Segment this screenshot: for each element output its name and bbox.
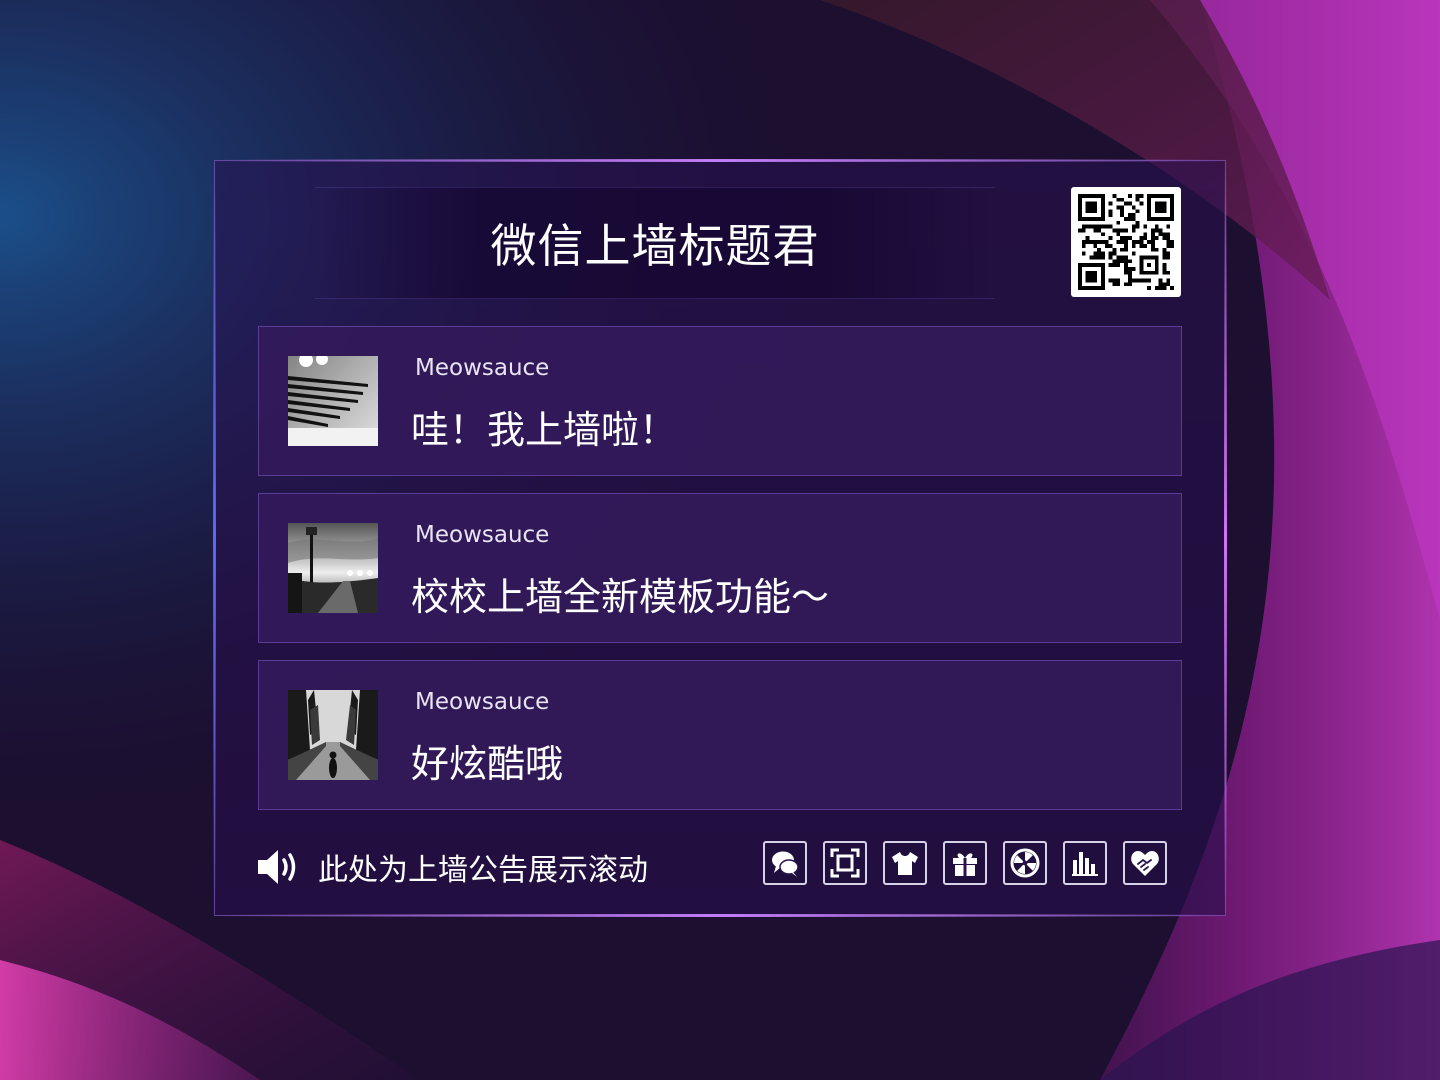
message-text: 哇！我上墙啦！	[411, 408, 678, 452]
chat-bubbles-icon	[772, 851, 799, 877]
toolbar	[763, 841, 1167, 885]
gift-button[interactable]	[943, 841, 987, 885]
chat-button[interactable]	[763, 841, 807, 885]
message-card: Meowsauce 哇！我上墙啦！	[258, 326, 1182, 476]
fullscreen-icon	[830, 848, 860, 878]
panel-glow-bottom	[215, 914, 1225, 917]
avatar	[288, 356, 378, 446]
message-card: Meowsauce 好炫酷哦	[258, 660, 1182, 810]
page-title: 微信上墙标题君	[490, 219, 820, 273]
speaker-icon	[258, 847, 304, 887]
announcement-bar: 此处为上墙公告展示滚动	[258, 845, 648, 889]
lottery-wheel-icon	[1010, 848, 1040, 878]
message-author: Meowsauce	[415, 522, 550, 548]
title-band: 微信上墙标题君	[315, 187, 995, 299]
message-card: Meowsauce 校校上墙全新模板功能～	[258, 493, 1182, 643]
avatar	[288, 523, 378, 613]
avatar	[288, 690, 378, 780]
tshirt-button[interactable]	[883, 841, 927, 885]
message-author: Meowsauce	[415, 689, 550, 715]
panel-glow-right	[1224, 161, 1227, 915]
panel-glow-top	[215, 159, 1225, 162]
panel-glow-left	[213, 161, 216, 915]
message-list: Meowsauce 哇！我上墙啦！ Meowsauce 校校上墙全新模板功能～ …	[258, 326, 1182, 827]
gift-icon	[953, 853, 977, 876]
message-author: Meowsauce	[415, 355, 550, 381]
statistics-button[interactable]	[1063, 841, 1107, 885]
lottery-button[interactable]	[1003, 841, 1047, 885]
announcement-text: 此处为上墙公告展示滚动	[318, 853, 648, 888]
qr-code	[1071, 187, 1181, 297]
message-text: 好炫酷哦	[411, 742, 564, 786]
handshake-heart-icon	[1131, 851, 1159, 876]
bar-chart-icon	[1072, 852, 1098, 876]
message-text: 校校上墙全新模板功能～	[411, 575, 830, 619]
fullscreen-button[interactable]	[823, 841, 867, 885]
tshirt-icon	[892, 852, 918, 875]
matchmaking-button[interactable]	[1123, 841, 1167, 885]
wall-panel: 微信上墙标题君 Meowsauce 哇！我上墙啦！ Meowsauce 校校上墙…	[213, 159, 1227, 917]
